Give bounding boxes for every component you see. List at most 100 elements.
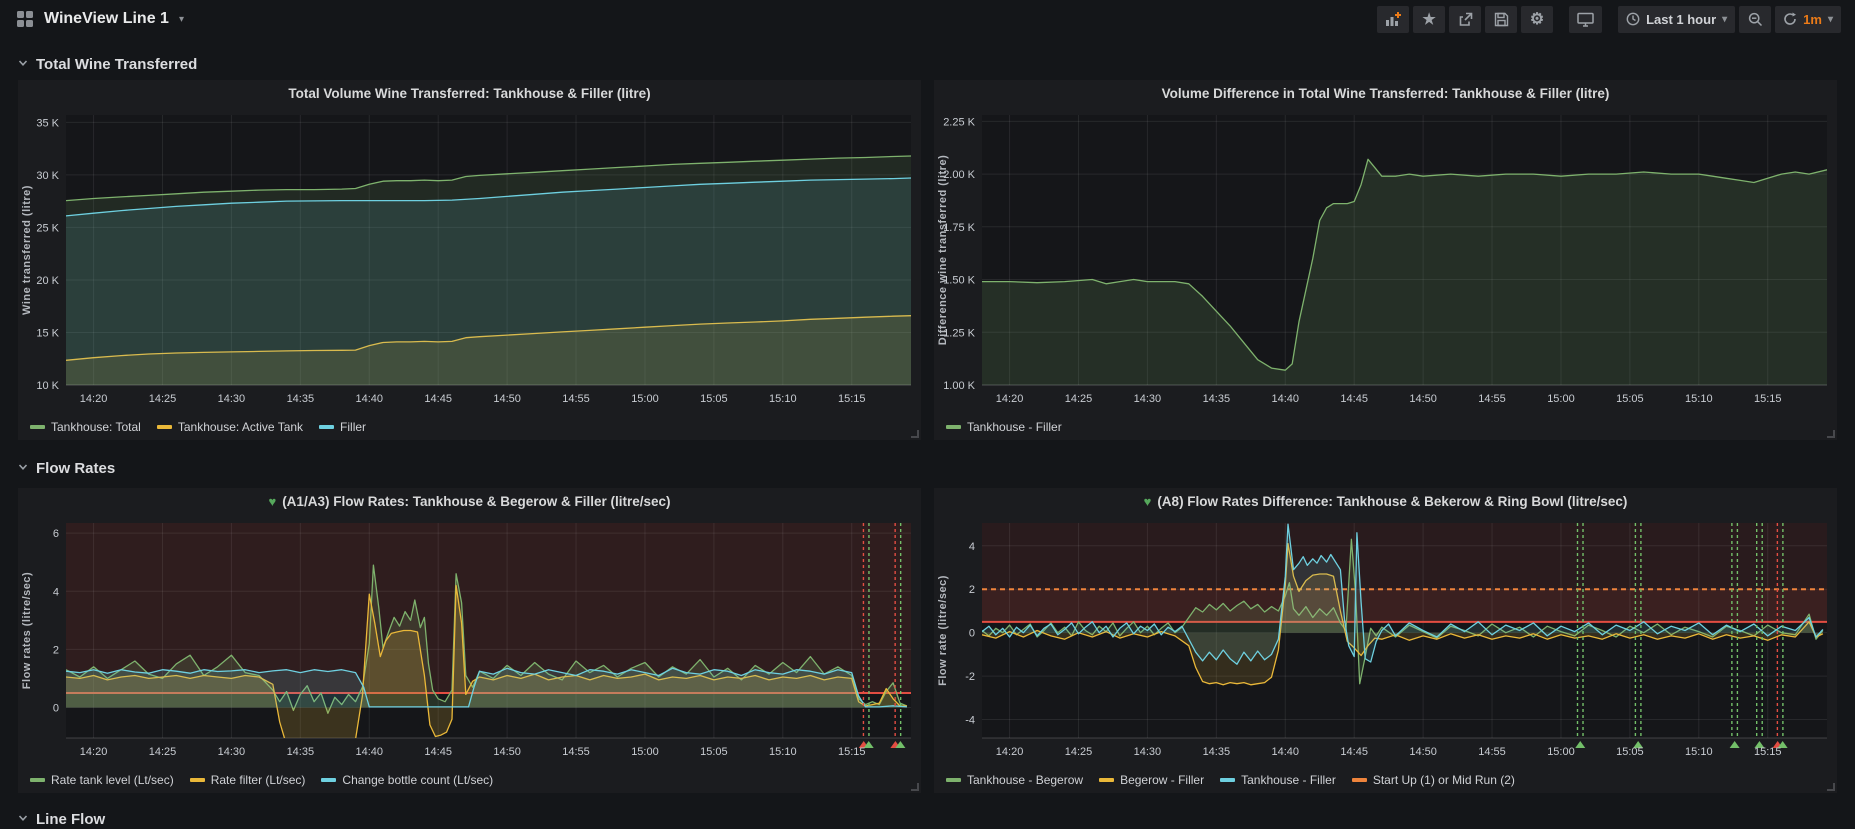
chart-area: 024614:2014:2514:3014:3514:4014:4514:501… [18,515,921,767]
svg-text:15:10: 15:10 [1685,746,1713,758]
dashboard-title-caret-icon[interactable]: ▾ [179,14,184,25]
legend-item[interactable]: Tankhouse - Filler [946,420,1062,434]
panel-flow-rates-a1a3: ♥(A1/A3) Flow Rates: Tankhouse & Begerow… [18,488,921,793]
gear-icon: ⚙ [1530,9,1544,29]
legend-label: Start Up (1) or Mid Run (2) [1373,773,1515,787]
save-icon [1494,12,1509,27]
panel-title[interactable]: ♥(A1/A3) Flow Rates: Tankhouse & Begerow… [18,488,921,515]
svg-text:14:20: 14:20 [996,746,1024,758]
zoom-out-icon [1748,12,1763,27]
monitor-icon [1577,12,1594,27]
legend-item[interactable]: Change bottle count (Lt/sec) [321,773,493,787]
section-title: Line Flow [36,811,105,828]
svg-text:14:50: 14:50 [493,746,521,758]
legend-swatch [190,778,205,782]
legend-swatch [1352,778,1367,782]
refresh-button[interactable]: 1m ▾ [1775,6,1841,33]
panel-title[interactable]: ♥(A8) Flow Rates Difference: Tankhouse &… [934,488,1837,515]
time-range-caret-icon: ▾ [1722,14,1727,25]
svg-text:2: 2 [53,645,59,657]
time-range-label: Last 1 hour [1646,12,1716,27]
legend-label: Tankhouse: Total [51,420,141,434]
svg-text:15:10: 15:10 [1685,393,1713,405]
add-panel-icon [1385,12,1401,27]
legend-item[interactable]: Filler [319,420,366,434]
svg-text:14:25: 14:25 [1065,393,1093,405]
panel-resize-handle[interactable] [1827,783,1835,791]
legend-label: Tankhouse: Active Tank [178,420,303,434]
panel-title[interactable]: Total Volume Wine Transferred: Tankhouse… [18,80,921,107]
star-dashboard-button[interactable]: ★ [1413,6,1445,33]
legend-item[interactable]: Tankhouse: Total [30,420,141,434]
legend-swatch [946,425,961,429]
svg-text:6: 6 [53,529,59,541]
svg-text:15:10: 15:10 [769,746,797,758]
svg-text:14:50: 14:50 [1409,393,1437,405]
time-range-picker[interactable]: Last 1 hour ▾ [1618,6,1735,33]
panel-flow-rates-diff-a8: ♥(A8) Flow Rates Difference: Tankhouse &… [934,488,1837,793]
legend-item[interactable]: Begerow - Filler [1099,773,1204,787]
chevron-down-icon [18,459,28,477]
legend-item[interactable]: Tankhouse - Begerow [946,773,1083,787]
panel-volume-difference: Volume Difference in Total Wine Transfer… [934,80,1837,440]
svg-text:0: 0 [53,703,59,715]
legend-label: Begerow - Filler [1120,773,1204,787]
refresh-interval-label: 1m [1803,12,1822,27]
svg-text:Wine transferred (litre): Wine transferred (litre) [21,185,33,315]
svg-text:14:25: 14:25 [1065,746,1093,758]
star-icon: ★ [1422,10,1435,28]
clock-icon [1626,12,1640,26]
chart-area: 10 K15 K20 K25 K30 K35 K14:2014:2514:301… [18,107,921,414]
svg-text:-4: -4 [965,715,975,727]
legend-swatch [1220,778,1235,782]
svg-text:14:55: 14:55 [562,746,590,758]
svg-text:14:30: 14:30 [1134,393,1162,405]
svg-text:15:05: 15:05 [700,393,728,405]
panel-resize-handle[interactable] [911,783,919,791]
legend-item[interactable]: Tankhouse: Active Tank [157,420,303,434]
section-header-line-flow[interactable]: Line Flow [18,807,1837,829]
chart-area: 1.00 K1.25 K1.50 K1.75 K2.00 K2.25 K14:2… [934,107,1837,414]
panel-total-volume: Total Volume Wine Transferred: Tankhouse… [18,80,921,440]
add-panel-button[interactable] [1377,6,1409,33]
legend-label: Tankhouse - Filler [1241,773,1336,787]
svg-text:15:15: 15:15 [1754,393,1782,405]
legend: Rate tank level (Lt/sec) Rate filter (Lt/… [18,767,921,793]
legend-item[interactable]: Start Up (1) or Mid Run (2) [1352,773,1515,787]
section-header-total-wine[interactable]: Total Wine Transferred [18,52,1837,76]
svg-text:10 K: 10 K [36,380,59,392]
legend-swatch [30,778,45,782]
svg-text:14:20: 14:20 [996,393,1024,405]
svg-text:4: 4 [53,587,59,599]
chart-svg-total-volume: 10 K15 K20 K25 K30 K35 K14:2014:2514:301… [18,107,921,409]
legend-item[interactable]: Tankhouse - Filler [1220,773,1336,787]
panel-row-1: Total Volume Wine Transferred: Tankhouse… [18,80,1837,440]
svg-text:14:30: 14:30 [1134,746,1162,758]
svg-text:14:55: 14:55 [1478,393,1506,405]
svg-text:Flow rate (litre/sec): Flow rate (litre/sec) [937,576,949,687]
share-dashboard-button[interactable] [1449,6,1481,33]
legend: Tankhouse - Begerow Begerow - Filler Tankh… [934,767,1837,793]
section-header-flow-rates[interactable]: Flow Rates [18,456,1837,480]
tv-mode-button[interactable] [1569,6,1602,33]
panel-resize-handle[interactable] [911,430,919,438]
svg-text:14:45: 14:45 [424,393,452,405]
panel-title[interactable]: Volume Difference in Total Wine Transfer… [934,80,1837,107]
dashboard-settings-button[interactable]: ⚙ [1521,6,1553,33]
svg-text:14:45: 14:45 [424,746,452,758]
svg-text:14:25: 14:25 [149,393,177,405]
svg-text:14:40: 14:40 [355,393,383,405]
panel-resize-handle[interactable] [1827,430,1835,438]
save-dashboard-button[interactable] [1485,6,1517,33]
svg-text:2.25 K: 2.25 K [943,117,975,129]
svg-text:15:00: 15:00 [1547,746,1575,758]
svg-text:14:35: 14:35 [287,746,315,758]
svg-text:14:35: 14:35 [1203,746,1231,758]
legend-item[interactable]: Rate tank level (Lt/sec) [30,773,174,787]
dashboard-title[interactable]: WineView Line 1 [44,10,169,28]
svg-text:15:00: 15:00 [631,746,659,758]
dashboards-grid-icon[interactable] [16,10,34,28]
svg-text:15 K: 15 K [36,328,59,340]
legend-item[interactable]: Rate filter (Lt/sec) [190,773,306,787]
zoom-out-button[interactable] [1739,6,1771,33]
